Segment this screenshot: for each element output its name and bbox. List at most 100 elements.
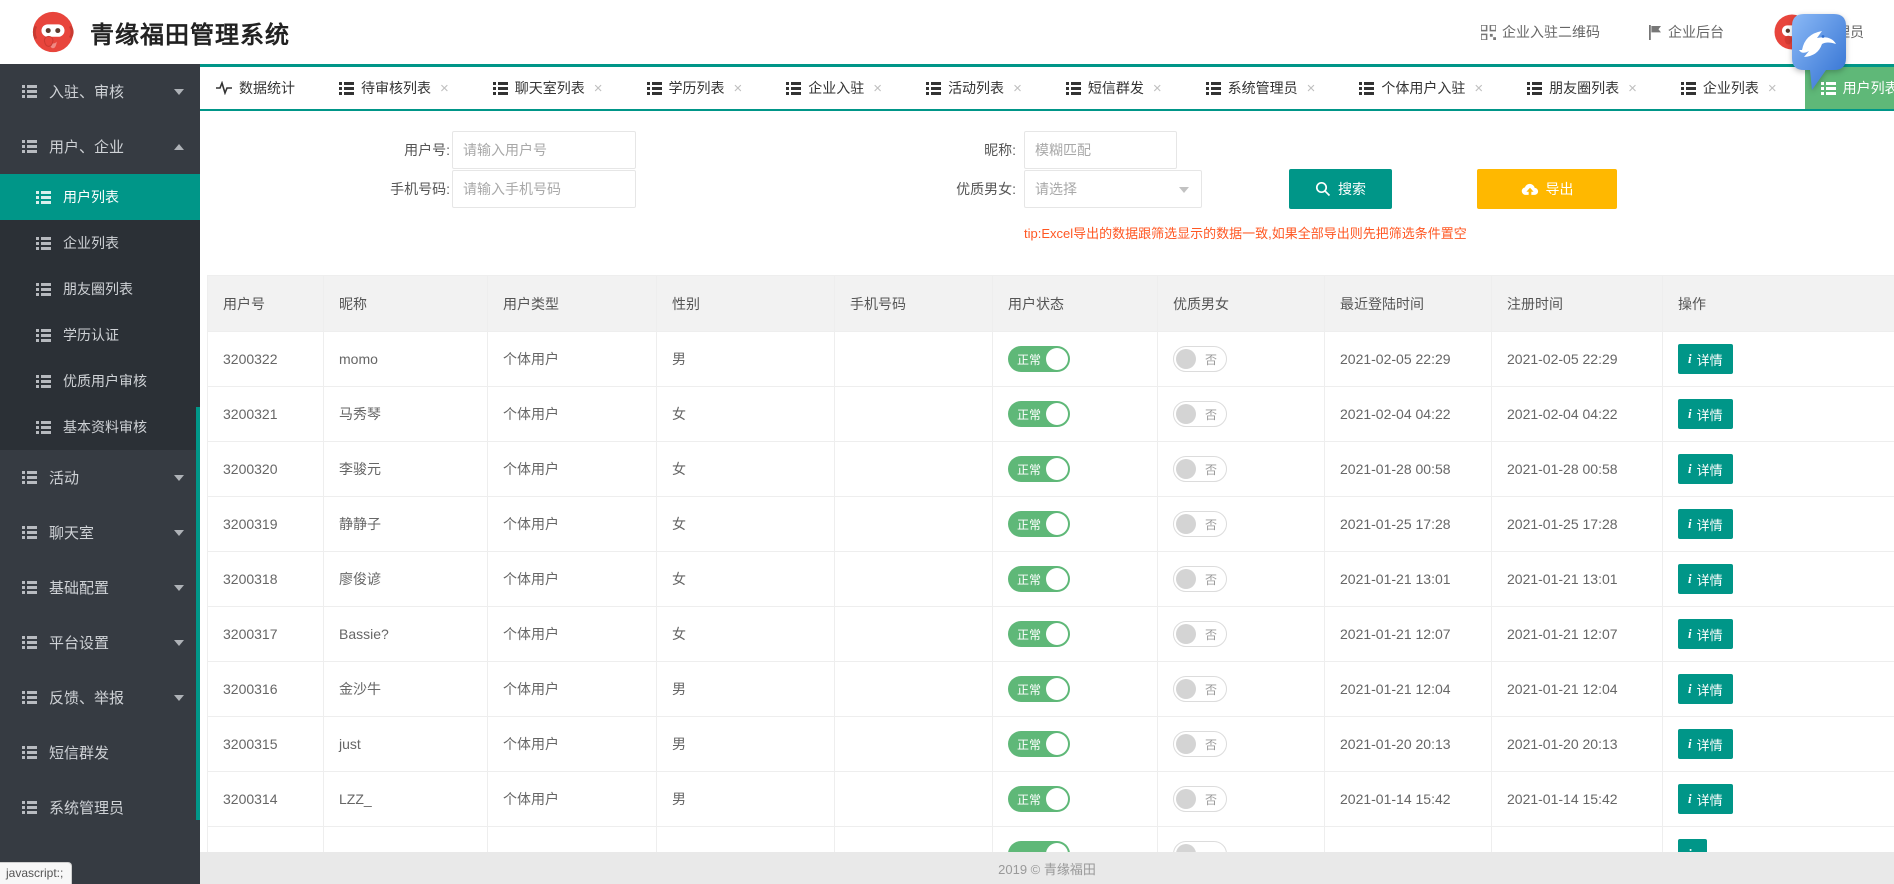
- detail-button[interactable]: i: [1678, 839, 1707, 852]
- export-button[interactable]: 导出: [1477, 169, 1617, 209]
- toggle-knob: [1176, 459, 1196, 479]
- tab-label: 企业列表: [1703, 78, 1759, 98]
- sidebar-item-基础配置[interactable]: 基础配置: [0, 560, 200, 615]
- toggle-knob: [1176, 789, 1196, 809]
- sidebar-item-用户、企业[interactable]: 用户、企业: [0, 119, 200, 174]
- column-header-手机号码: 手机号码: [835, 276, 993, 332]
- tab-活动列表[interactable]: 活动列表×: [910, 67, 1038, 109]
- close-icon[interactable]: ×: [1628, 81, 1637, 96]
- sidebar-item-学历认证[interactable]: 学历认证: [0, 312, 200, 358]
- close-icon[interactable]: ×: [1307, 81, 1316, 96]
- status-toggle-on[interactable]: 正常: [1008, 401, 1070, 427]
- premium-toggle-off[interactable]: 否: [1173, 621, 1227, 647]
- detail-button[interactable]: i详情: [1678, 619, 1733, 649]
- enterprise-backend-link[interactable]: 企业后台: [1648, 22, 1724, 42]
- tab-系统管理员[interactable]: 系统管理员×: [1190, 67, 1332, 109]
- premium-toggle-off[interactable]: 否: [1173, 401, 1227, 427]
- premium-toggle-off[interactable]: 否: [1173, 786, 1227, 812]
- sidebar-item-系统管理员[interactable]: 系统管理员: [0, 780, 200, 835]
- detail-button[interactable]: i详情: [1678, 454, 1733, 484]
- cell-action: i详情: [1663, 497, 1894, 552]
- cell-last-login: 2021-01-21 12:07: [1325, 607, 1492, 662]
- status-toggle-on[interactable]: 正常: [1008, 566, 1070, 592]
- status-toggle-on[interactable]: 正常: [1008, 346, 1070, 372]
- close-icon[interactable]: ×: [873, 81, 882, 96]
- top-header: 青缘福田管理系统 企业入驻二维码 企业后台: [0, 0, 1894, 64]
- sidebar-item-入驻、审核[interactable]: 入驻、审核: [0, 64, 200, 119]
- app-window: 青缘福田管理系统 企业入驻二维码 企业后台: [0, 0, 1894, 884]
- cell-action: i详情: [1663, 772, 1894, 827]
- phone-input[interactable]: [452, 170, 636, 208]
- status-toggle-on[interactable]: 正常: [1008, 511, 1070, 537]
- premium-toggle-off[interactable]: 否: [1173, 731, 1227, 757]
- sidebar-item-反馈、举报[interactable]: 反馈、举报: [0, 670, 200, 725]
- detail-button[interactable]: i详情: [1678, 564, 1733, 594]
- list-icon: [22, 691, 37, 704]
- list-icon: [36, 237, 51, 250]
- tab-个体用户入驻[interactable]: 个体用户入驻×: [1343, 67, 1499, 109]
- status-toggle-on[interactable]: 正常: [1008, 621, 1070, 647]
- premium-toggle-off[interactable]: 否: [1173, 566, 1227, 592]
- status-toggle-on[interactable]: 正常: [1008, 786, 1070, 812]
- close-icon[interactable]: ×: [1474, 81, 1483, 96]
- nickname-input[interactable]: [1024, 131, 1177, 169]
- tab-数据统计[interactable]: 数据统计: [200, 67, 311, 109]
- status-toggle-on[interactable]: 正常: [1008, 731, 1070, 757]
- toggle-knob: [1176, 514, 1196, 534]
- status-toggle-on[interactable]: 正常: [1008, 676, 1070, 702]
- status-toggle-on[interactable]: 正常: [1008, 456, 1070, 482]
- cell-nickname: 李骏元: [324, 442, 488, 497]
- detail-button[interactable]: i详情: [1678, 784, 1733, 814]
- toggle-knob: [1176, 349, 1196, 369]
- detail-button[interactable]: i详情: [1678, 509, 1733, 539]
- premium-toggle-off[interactable]: 否: [1173, 511, 1227, 537]
- cell-user_id: 3200315: [208, 717, 324, 772]
- sidebar-item-朋友圈列表[interactable]: 朋友圈列表: [0, 266, 200, 312]
- cell-nickname: 静静子: [324, 497, 488, 552]
- detail-button[interactable]: i详情: [1678, 729, 1733, 759]
- sidebar-item-平台设置[interactable]: 平台设置: [0, 615, 200, 670]
- close-icon[interactable]: ×: [734, 81, 743, 96]
- tab-待审核列表[interactable]: 待审核列表×: [323, 67, 465, 109]
- close-icon[interactable]: ×: [1153, 81, 1162, 96]
- search-button[interactable]: 搜索: [1289, 169, 1392, 209]
- status-toggle-on[interactable]: [1008, 841, 1070, 852]
- cell-status: 正常: [993, 497, 1158, 552]
- premium-gender-select[interactable]: 请选择: [1024, 170, 1202, 208]
- close-icon[interactable]: ×: [1768, 81, 1777, 96]
- qrcode-link[interactable]: 企业入驻二维码: [1481, 22, 1600, 42]
- chevron-down-icon: [174, 530, 184, 536]
- detail-button-label: 详情: [1697, 625, 1723, 644]
- close-icon[interactable]: ×: [1013, 81, 1022, 96]
- tab-企业入驻[interactable]: 企业入驻×: [770, 67, 898, 109]
- detail-button[interactable]: i详情: [1678, 674, 1733, 704]
- sidebar-item-基本资料审核[interactable]: 基本资料审核: [0, 404, 200, 450]
- toggle-knob: [1176, 404, 1196, 424]
- tab-学历列表[interactable]: 学历列表×: [631, 67, 759, 109]
- premium-toggle-off[interactable]: [1173, 841, 1227, 852]
- premium-toggle-off[interactable]: 否: [1173, 456, 1227, 482]
- table-row: 3200315just个体用户男正常否2021-01-20 20:132021-…: [208, 717, 1894, 772]
- sidebar-item-聊天室[interactable]: 聊天室: [0, 505, 200, 560]
- userid-input[interactable]: [452, 131, 636, 169]
- premium-toggle-off[interactable]: 否: [1173, 346, 1227, 372]
- sidebar-item-短信群发[interactable]: 短信群发: [0, 725, 200, 780]
- premium-toggle-off[interactable]: 否: [1173, 676, 1227, 702]
- cell-phone: [835, 662, 993, 717]
- tab-label: 短信群发: [1088, 78, 1144, 98]
- tab-朋友圈列表[interactable]: 朋友圈列表×: [1511, 67, 1653, 109]
- cell-phone: [835, 497, 993, 552]
- sidebar-item-优质用户审核[interactable]: 优质用户审核: [0, 358, 200, 404]
- tab-企业列表[interactable]: 企业列表 ×: [1665, 67, 1793, 109]
- sidebar-scrollbar-thumb[interactable]: [196, 407, 200, 820]
- close-icon[interactable]: ×: [594, 81, 603, 96]
- detail-button[interactable]: i详情: [1678, 344, 1733, 374]
- field-label-premium-gender: 优质男女:: [896, 170, 1016, 208]
- sidebar-item-企业列表[interactable]: 企业列表: [0, 220, 200, 266]
- tab-聊天室列表[interactable]: 聊天室列表×: [477, 67, 619, 109]
- close-icon[interactable]: ×: [440, 81, 449, 96]
- sidebar-item-活动[interactable]: 活动: [0, 450, 200, 505]
- tab-短信群发[interactable]: 短信群发 ×: [1050, 67, 1178, 109]
- detail-button[interactable]: i详情: [1678, 399, 1733, 429]
- sidebar-item-用户列表[interactable]: 用户列表: [0, 174, 200, 220]
